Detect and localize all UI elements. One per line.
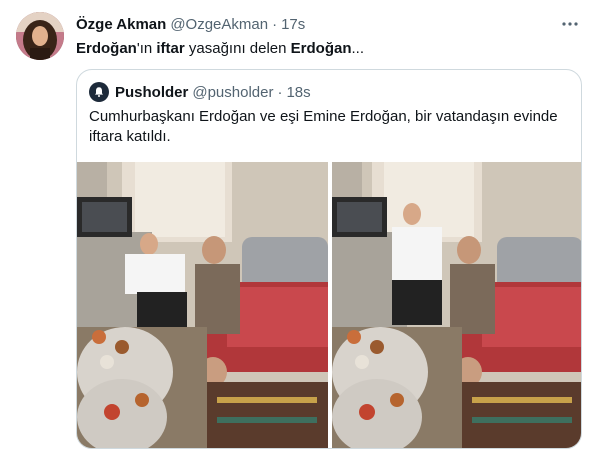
quote-header: Pusholder @pusholder · 18s: [89, 82, 311, 102]
tweet-text-part-6: ...: [351, 40, 365, 57]
separator-dot: ·: [277, 83, 283, 101]
tweet-text-bold-1: Erdoğan: [76, 40, 137, 57]
tweet-text: Erdoğan'ın iftar yasağını delen Erdoğan.…: [76, 39, 364, 59]
user-handle[interactable]: @OzgeAkman: [170, 16, 268, 33]
separator-dot: ·: [272, 15, 278, 33]
bell-icon: [95, 87, 103, 97]
tweet-timestamp[interactable]: 17s: [281, 16, 305, 33]
tweet-text-part-4: yasağını delen: [184, 40, 291, 57]
tweet-header: Özge Akman @OzgeAkman · 17s: [76, 14, 305, 34]
quote-avatar: [89, 82, 109, 102]
photo-left[interactable]: [77, 162, 328, 448]
tweet[interactable]: Özge Akman @OzgeAkman · 17s Erdoğan'ın i…: [0, 0, 594, 457]
avatar[interactable]: [16, 12, 64, 60]
tweet-text-part-2: 'ın: [136, 40, 157, 57]
display-name[interactable]: Özge Akman: [76, 16, 166, 33]
photo-grid: [77, 162, 581, 448]
photo-right[interactable]: [332, 162, 581, 448]
tweet-text-bold-3: Erdoğan: [290, 40, 352, 57]
quote-handle: @pusholder: [192, 83, 274, 101]
tweet-text-bold-2: iftar: [156, 40, 185, 57]
quote-display-name: Pusholder: [115, 83, 189, 101]
quoted-tweet[interactable]: Pusholder @pusholder · 18s Cumhurbaşkanı…: [76, 69, 582, 449]
quote-text: Cumhurbaşkanı Erdoğan ve eşi Emine Erdoğ…: [89, 108, 558, 145]
more-horizontal-icon[interactable]: [560, 14, 580, 34]
quote-timestamp: 18s: [286, 83, 311, 101]
